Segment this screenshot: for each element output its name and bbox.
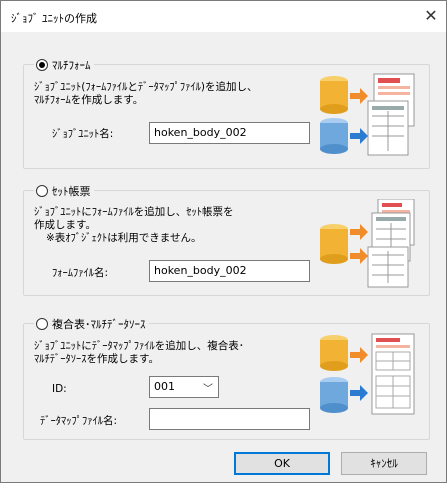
datamap-file-name-input[interactable] — [149, 408, 310, 430]
set-form-group: ｾｯﾄ帳票 ｼﾞｮﾌﾞﾕﾆｯﾄにﾌｫｰﾑﾌｧｲﾙを追加し、ｾｯﾄ帳票を 作成しま… — [23, 183, 430, 296]
id-label: ID: — [52, 383, 67, 395]
multi-form-radio[interactable] — [36, 58, 48, 71]
multi-form-description: ｼﾞｮﾌﾞﾕﾆｯﾄ(ﾌｫｰﾑﾌｧｲﾙとﾃﾞｰﾀﾏｯﾌﾟﾌｧｲﾙ)を追加し、 ﾏﾙ… — [34, 81, 257, 107]
composite-group: 複合表･ﾏﾙﾁﾃﾞｰﾀｿｰｽ ｼﾞｮﾌﾞﾕﾆｯﾄにﾃﾞｰﾀﾏｯﾌﾟﾌｧｲﾙを追加… — [23, 316, 430, 440]
multi-form-desc-line1: ｼﾞｮﾌﾞﾕﾆｯﾄ(ﾌｫｰﾑﾌｧｲﾙとﾃﾞｰﾀﾏｯﾌﾟﾌｧｲﾙ)を追加し、 — [34, 81, 258, 93]
composite-option[interactable]: 複合表･ﾏﾙﾁﾃﾞｰﾀｿｰｽ — [34, 316, 149, 331]
form-file-name-label: ﾌｫｰﾑﾌｧｲﾙ名: — [52, 267, 109, 279]
multi-form-illustration — [320, 73, 415, 156]
set-form-desc-line2: 作成します。 — [34, 219, 96, 231]
id-select-value: 001 — [154, 380, 175, 393]
create-job-unit-dialog: ｼﾞｮﾌﾞ ﾕﾆｯﾄの作成 ✕ ﾏﾙﾁﾌｫｰﾑ ｼﾞｮﾌﾞﾕﾆｯﾄ(ﾌｫｰﾑﾌｧ… — [0, 0, 447, 483]
close-icon[interactable]: ✕ — [416, 1, 446, 32]
set-form-desc-line1: ｼﾞｮﾌﾞﾕﾆｯﾄにﾌｫｰﾑﾌｧｲﾙを追加し、ｾｯﾄ帳票を — [34, 206, 234, 218]
datamap-file-name-label: ﾃﾞｰﾀﾏｯﾌﾟﾌｧｲﾙ名: — [40, 415, 118, 427]
form-file-name-input[interactable]: hoken_body_002 — [149, 260, 310, 282]
job-unit-name-input[interactable]: hoken_body_002 — [149, 122, 310, 144]
chevron-down-icon: ﹀ — [203, 384, 213, 395]
set-form-illustration — [320, 199, 415, 288]
multi-form-label: ﾏﾙﾁﾌｫｰﾑ — [52, 58, 91, 72]
cancel-button[interactable]: ｷｬﾝｾﾙ — [341, 452, 427, 475]
multi-form-desc-line2: ﾏﾙﾁﾌｫｰﾑを作成します。 — [34, 94, 144, 106]
composite-desc-line1: ｼﾞｮﾌﾞﾕﾆｯﾄにﾃﾞｰﾀﾏｯﾌﾟﾌｧｲﾙを追加し、複合表･ — [34, 340, 244, 352]
set-form-description: ｼﾞｮﾌﾞﾕﾆｯﾄにﾌｫｰﾑﾌｧｲﾙを追加し、ｾｯﾄ帳票を 作成します。 ※表ｵ… — [34, 206, 234, 245]
set-form-radio[interactable] — [36, 184, 48, 197]
multi-form-option[interactable]: ﾏﾙﾁﾌｫｰﾑ — [34, 57, 94, 72]
dialog-title: ｼﾞｮﾌﾞ ﾕﾆｯﾄの作成 — [11, 12, 97, 25]
composite-radio[interactable] — [36, 317, 48, 330]
composite-desc-line2: ﾏﾙﾁﾃﾞｰﾀｿｰｽを作成します。 — [34, 353, 159, 365]
multi-form-group: ﾏﾙﾁﾌｫｰﾑ ｼﾞｮﾌﾞﾕﾆｯﾄ(ﾌｫｰﾑﾌｧｲﾙとﾃﾞｰﾀﾏｯﾌﾟﾌｧｲﾙ)… — [23, 57, 430, 169]
composite-description: ｼﾞｮﾌﾞﾕﾆｯﾄにﾃﾞｰﾀﾏｯﾌﾟﾌｧｲﾙを追加し、複合表･ ﾏﾙﾁﾃﾞｰﾀｿ… — [34, 340, 244, 366]
composite-illustration — [320, 333, 415, 415]
set-form-option[interactable]: ｾｯﾄ帳票 — [34, 183, 94, 198]
job-unit-name-label: ｼﾞｮﾌﾞﾕﾆｯﾄ名: — [52, 128, 114, 140]
composite-label: 複合表･ﾏﾙﾁﾃﾞｰﾀｿｰｽ — [52, 317, 146, 331]
set-form-desc-line3: ※表ｵﾌﾞｼﾞｪｸﾄは利用できません。 — [46, 232, 202, 244]
id-select[interactable]: 001 ﹀ — [149, 376, 219, 398]
ok-button[interactable]: OK — [234, 452, 330, 475]
title-bar: ｼﾞｮﾌﾞ ﾕﾆｯﾄの作成 ✕ — [1, 1, 446, 32]
set-form-label: ｾｯﾄ帳票 — [52, 184, 91, 198]
